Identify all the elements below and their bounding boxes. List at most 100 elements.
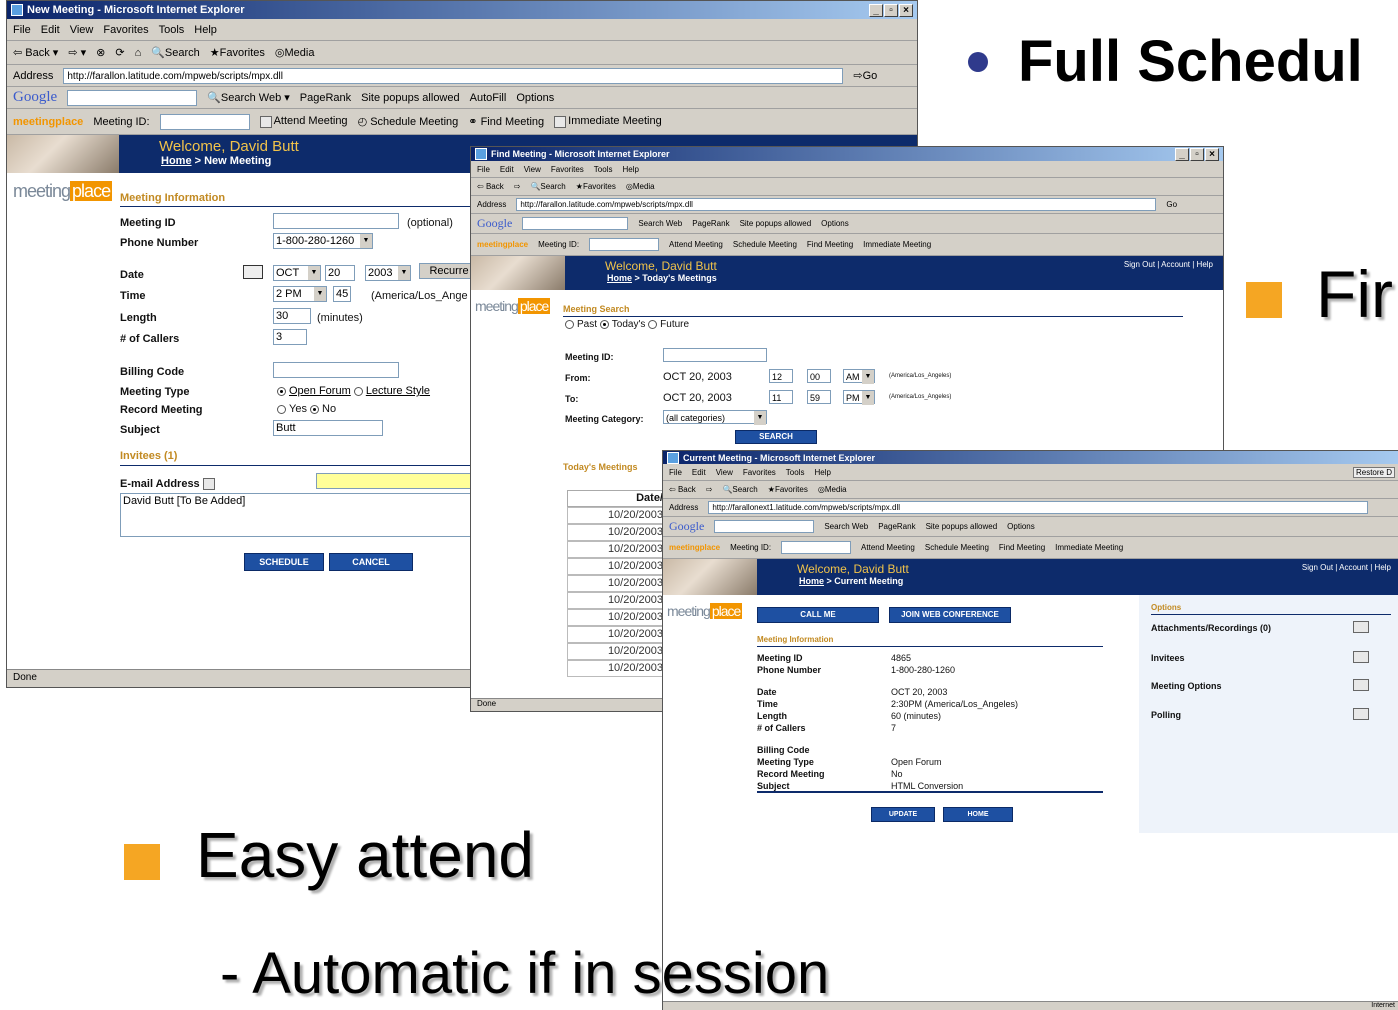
meetingplace-toolbar-logo[interactable]: meetingplace xyxy=(13,116,83,128)
invitee-list[interactable]: David Butt [To Be Added] xyxy=(120,493,490,537)
schedule-meeting-button[interactable]: ◴ Schedule Meeting xyxy=(358,115,459,128)
search-button[interactable]: 🔍Search xyxy=(151,46,200,59)
menu-edit[interactable]: Edit xyxy=(692,468,706,477)
go-button[interactable]: ⇨Go xyxy=(853,69,877,82)
menu-tools[interactable]: Tools xyxy=(159,24,185,36)
maximize-button[interactable]: ▫ xyxy=(1190,147,1204,161)
radio-past[interactable] xyxy=(565,319,574,329)
find-meeting-button[interactable]: Find Meeting xyxy=(807,240,853,249)
option-item[interactable]: Attachments/Recordings (0) xyxy=(1151,623,1271,633)
menu-file[interactable]: File xyxy=(669,468,682,477)
hour-select[interactable]: 2 PM xyxy=(273,286,327,302)
search-web-button[interactable]: Search Web xyxy=(824,522,868,531)
favorites-button[interactable]: ★Favorites xyxy=(768,485,808,494)
menu-help[interactable]: Help xyxy=(194,24,217,36)
favorites-button[interactable]: ★Favorites xyxy=(210,46,265,59)
google-logo[interactable]: Google xyxy=(477,216,512,231)
menu-tools[interactable]: Tools xyxy=(594,165,613,174)
radio-today[interactable] xyxy=(599,319,609,329)
to-hour-input[interactable]: 11 xyxy=(769,390,793,404)
back-button[interactable]: ⇦ Back xyxy=(669,485,696,494)
address-input[interactable]: http://farallon.latitude.com/mpweb/scrip… xyxy=(63,67,844,84)
media-button[interactable]: ◎Media xyxy=(626,182,655,191)
address-book-icon[interactable] xyxy=(202,478,215,491)
address-input[interactable]: http://farallonext1.latitude.com/mpweb/s… xyxy=(708,501,1369,514)
header-links[interactable]: Sign Out | Account | Help xyxy=(1114,256,1223,290)
minute-input[interactable]: 45 xyxy=(333,286,351,302)
meetingplace-toolbar-logo[interactable]: meetingplace xyxy=(477,240,528,249)
table-row[interactable]: 10/20/2003 xyxy=(567,609,667,626)
menu-tools[interactable]: Tools xyxy=(786,468,805,477)
radio-future[interactable] xyxy=(648,319,658,329)
to-date[interactable]: OCT 20, 2003 xyxy=(663,392,732,404)
day-input[interactable]: 20 xyxy=(325,265,355,281)
back-button[interactable]: ⇦ Back xyxy=(477,182,504,191)
calendar-icon[interactable] xyxy=(243,265,263,279)
toolbar-meeting-id-input[interactable] xyxy=(159,113,250,130)
call-me-button[interactable]: CALL ME xyxy=(757,607,879,623)
email-input[interactable] xyxy=(316,473,486,489)
immediate-meeting-button[interactable]: Immediate Meeting xyxy=(1055,543,1123,552)
menu-view[interactable]: View xyxy=(524,165,541,174)
attachment-icon[interactable] xyxy=(1353,621,1369,633)
menu-file[interactable]: File xyxy=(13,24,31,36)
minimize-button[interactable]: _ xyxy=(1175,147,1189,161)
popups-button[interactable]: Site popups allowed xyxy=(740,219,812,228)
search-button[interactable]: 🔍Search xyxy=(530,182,565,191)
back-button[interactable]: ⇦ Back ▾ xyxy=(13,46,58,59)
attend-meeting-button[interactable]: Attend Meeting xyxy=(669,240,723,249)
home-button[interactable]: HOME xyxy=(943,807,1013,822)
toolbar-meeting-id-input[interactable] xyxy=(781,541,852,554)
find-meeting-button[interactable]: Find Meeting xyxy=(999,543,1045,552)
meeting-options-icon[interactable] xyxy=(1353,679,1369,691)
home-link[interactable]: Home xyxy=(161,155,192,167)
table-row[interactable]: 10/20/2003 xyxy=(567,643,667,660)
table-row[interactable]: 10/20/2003 xyxy=(567,524,667,541)
schedule-meeting-button[interactable]: Schedule Meeting xyxy=(733,240,797,249)
search-submit-button[interactable]: SEARCH xyxy=(735,430,817,444)
option-item[interactable]: Meeting Options xyxy=(1151,681,1222,691)
schedule-meeting-button[interactable]: Schedule Meeting xyxy=(925,543,989,552)
year-select[interactable]: 2003 xyxy=(365,265,411,281)
autofill-button[interactable]: AutoFill xyxy=(470,92,507,104)
menu-help[interactable]: Help xyxy=(622,165,638,174)
menu-favorites[interactable]: Favorites xyxy=(103,24,148,36)
billing-input[interactable] xyxy=(273,362,399,378)
table-row[interactable]: 10/20/2003 xyxy=(567,507,667,524)
go-button[interactable]: Go xyxy=(1166,200,1177,209)
menu-favorites[interactable]: Favorites xyxy=(743,468,776,477)
refresh-icon[interactable]: ⟳ xyxy=(115,46,124,59)
stop-icon[interactable]: ⊗ xyxy=(96,46,105,59)
forward-button[interactable]: ⇨ xyxy=(514,182,521,191)
from-date[interactable]: OCT 20, 2003 xyxy=(663,371,732,383)
table-row[interactable]: 10/20/2003 xyxy=(567,541,667,558)
menu-help[interactable]: Help xyxy=(814,468,830,477)
search-button[interactable]: 🔍Search xyxy=(722,485,757,494)
maximize-button[interactable]: ▫ xyxy=(884,3,898,17)
join-web-conference-button[interactable]: JOIN WEB CONFERENCE xyxy=(889,607,1011,623)
restore-button[interactable]: Restore D xyxy=(1352,466,1395,478)
popups-button[interactable]: Site popups allowed xyxy=(926,522,998,531)
home-link[interactable]: Home xyxy=(799,576,824,586)
attend-meeting-button[interactable]: Attend Meeting xyxy=(861,543,915,552)
table-row[interactable]: 10/20/2003 xyxy=(567,626,667,643)
polling-icon[interactable] xyxy=(1353,708,1369,720)
pagerank-icon[interactable]: PageRank xyxy=(300,92,351,104)
from-hour-input[interactable]: 12 xyxy=(769,369,793,383)
to-ampm-select[interactable]: PM xyxy=(843,390,875,405)
radio-lecture[interactable] xyxy=(353,386,363,396)
month-select[interactable]: OCT xyxy=(273,265,321,281)
search-web-button[interactable]: Search Web xyxy=(638,219,682,228)
home-link[interactable]: Home xyxy=(607,273,632,283)
subject-input[interactable]: Butt xyxy=(273,420,383,436)
length-input[interactable]: 30 xyxy=(273,308,311,324)
toolbar-meeting-id-input[interactable] xyxy=(589,238,660,251)
home-icon[interactable]: ⌂ xyxy=(135,47,142,59)
table-row[interactable]: 10/20/2003 xyxy=(567,558,667,575)
from-ampm-select[interactable]: AM xyxy=(843,369,875,384)
google-search-input[interactable] xyxy=(67,89,198,106)
callers-input[interactable]: 3 xyxy=(273,329,307,345)
google-logo[interactable]: Google xyxy=(13,89,57,106)
schedule-button[interactable]: SCHEDULE xyxy=(244,553,324,571)
meeting-id-input[interactable] xyxy=(273,213,399,229)
